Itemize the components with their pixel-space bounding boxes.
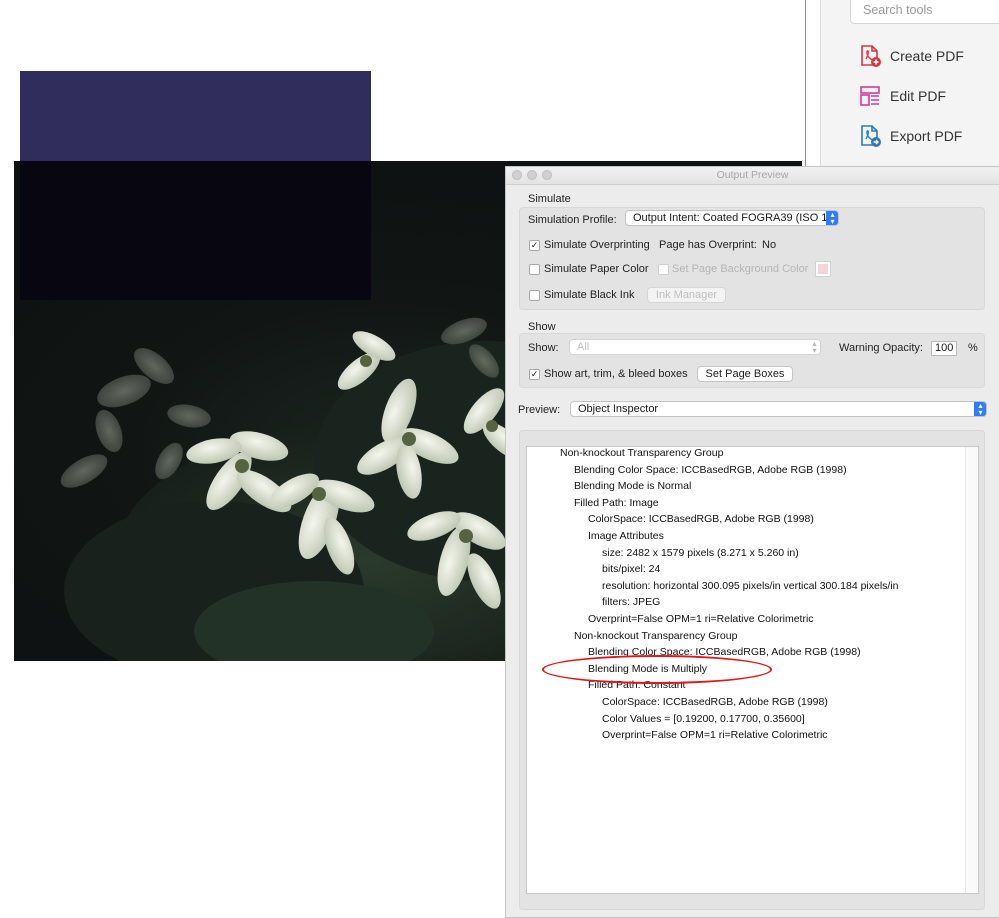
inspector-tree-line[interactable]: Image Attributes [588,530,664,542]
inspector-tree-line[interactable]: ColorSpace: ICCBasedRGB, Adobe RGB (1998… [588,513,814,525]
inspector-tree-line[interactable]: Overprint=False OPM=1 ri=Relative Colori… [588,613,814,625]
warning-opacity-label: Warning Opacity: [839,342,923,354]
stepper-arrows-icon: ▴ ▾ [826,211,838,225]
preview-label: Preview: [518,404,561,416]
inspector-tree-line[interactable]: ColorSpace: ICCBasedRGB, Adobe RGB (1998… [602,696,828,708]
simulate-black-ink-label: Simulate Black Ink [544,289,635,301]
warning-opacity-input[interactable]: 100 [931,341,957,356]
inspector-tree-line[interactable]: Blending Mode is Multiply [588,663,707,675]
inspector-tree-line[interactable]: Filled Path: Image [574,497,659,509]
show-label: Show: [528,342,559,354]
inspector-scrollbar[interactable] [965,447,978,893]
simulate-paper-color-checkbox[interactable] [529,264,540,275]
page-has-overprint-value: No [762,239,777,251]
show-section-label: Show [528,321,556,333]
preview-select[interactable]: Object Inspector ▴ ▾ [570,401,987,417]
inspector-tree-line[interactable]: Overprint=False OPM=1 ri=Relative Colori… [602,729,828,741]
search-tools-input[interactable]: Search tools [850,0,999,24]
percent-unit: % [968,342,978,354]
tool-label: Export PDF [890,128,963,144]
tool-label: Edit PDF [890,88,947,104]
simulate-paper-color-label: Simulate Paper Color [544,263,649,275]
inspector-tree-line[interactable]: Non-knockout Transparency Group [574,630,737,642]
window-titlebar[interactable]: Output Preview [506,167,999,185]
edit-pdf-icon [860,86,880,106]
tool-label: Create PDF [890,48,964,64]
tool-edit-pdf[interactable]: Edit PDF [858,83,946,109]
multiply-overlap-region [20,161,371,300]
page-has-overprint-label: Page has Overprint: [659,239,757,251]
inspector-tree-line[interactable]: filters: JPEG [602,596,660,608]
inspector-tree-line[interactable]: size: 2482 x 1579 pixels (8.271 x 5.260 … [602,547,799,559]
simulation-profile-label: Simulation Profile: [528,214,617,226]
tool-create-pdf[interactable]: Create PDF [858,43,964,69]
inspector-tree-line[interactable]: Blending Mode is Normal [574,480,691,492]
window-title: Output Preview [716,169,789,181]
simulate-section-label: Simulate [528,193,571,205]
preview-value: Object Inspector [578,403,659,415]
show-value: All [577,341,590,353]
show-boxes-label: Show art, trim, & bleed boxes [544,368,688,380]
simulate-black-ink-checkbox[interactable] [529,290,540,301]
inspector-tree-line[interactable]: Filled Path: Constant [588,679,685,691]
stepper-arrows-icon: ▴ ▾ [812,339,817,355]
tools-pane: Search tools Create PDF Edit PDF Export … [820,0,999,170]
export-pdf-icon [861,125,881,147]
background-color-swatch[interactable] [815,261,831,277]
inspector-tree-line[interactable]: Blending Color Space: ICCBasedRGB, Adobe… [574,464,847,476]
simulate-overprinting-checkbox[interactable]: ✓ [529,240,540,251]
inspector-tree-line[interactable]: Color Values = [0.19200, 0.17700, 0.3560… [602,713,805,725]
ink-manager-button[interactable]: Ink Manager [647,287,726,303]
simulation-profile-value: Output Intent: Coated FOGRA39 (ISO 12... [633,212,839,224]
simulation-profile-select[interactable]: Output Intent: Coated FOGRA39 (ISO 12...… [625,210,839,226]
show-select[interactable]: All ▴ ▾ [569,339,821,355]
output-preview-window: Output Preview Simulate Simulation Profi… [505,166,999,918]
page-edge-guide [805,0,806,166]
tool-export-pdf[interactable]: Export PDF [858,123,962,149]
stepper-arrows-icon: ▴ ▾ [974,402,986,416]
simulate-overprinting-label: Simulate Overprinting [544,239,650,251]
inspector-tree-line[interactable]: resolution: horizontal 300.095 pixels/in… [602,580,899,592]
create-pdf-icon [861,45,881,67]
show-boxes-checkbox[interactable]: ✓ [529,369,540,380]
inspector-tree-line[interactable]: Blending Color Space: ICCBasedRGB, Adobe… [588,646,861,658]
set-background-color-label: Set Page Background Color [672,263,809,275]
set-background-color-checkbox[interactable] [658,264,669,275]
inspector-tree-line[interactable]: bits/pixel: 24 [602,563,660,575]
set-page-boxes-button[interactable]: Set Page Boxes [697,366,793,382]
inspector-tree-line[interactable]: Non-knockout Transparency Group [560,447,723,459]
